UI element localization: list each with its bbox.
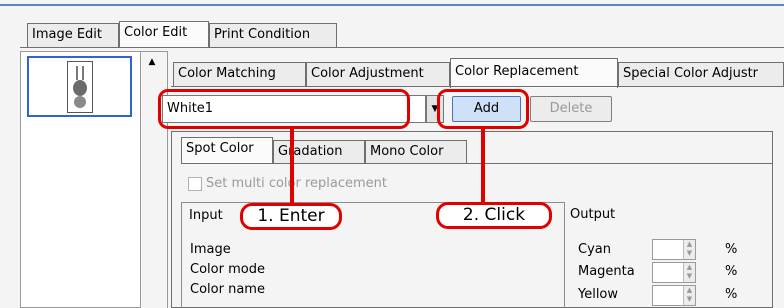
tab-color-replacement[interactable]: Color Replacement: [450, 58, 618, 88]
enter-highlight: [158, 89, 410, 129]
multi-color-label: Set multi color replacement: [206, 176, 388, 191]
multi-color-checkbox[interactable]: [188, 177, 202, 191]
tab-image-edit[interactable]: Image Edit: [27, 23, 119, 47]
inner-tab-divider: [181, 163, 772, 164]
yellow-spinner-arrows-icon[interactable]: ▲ ▼: [683, 286, 695, 305]
tab-label: Color Edit: [124, 25, 188, 40]
input-row-image: Image: [190, 242, 231, 257]
input-row-color-mode: Color mode: [190, 262, 265, 277]
tab-label: Color Matching: [178, 66, 276, 81]
scroll-up-icon[interactable]: ▲: [146, 57, 158, 67]
tab-label: Mono Color: [370, 144, 444, 159]
output-row-magenta: Magenta: [578, 264, 635, 279]
thumbnail-image: [67, 61, 93, 113]
input-row-color-name: Color name: [190, 282, 265, 297]
enter-callout-text: 1. Enter: [257, 206, 325, 226]
yellow-unit: %: [725, 287, 738, 302]
subtab-divider: [171, 86, 784, 87]
tab-color-matching[interactable]: Color Matching: [173, 62, 306, 86]
tab-label: Image Edit: [32, 27, 103, 42]
tab-special-color-adjust[interactable]: Special Color Adjustr: [618, 62, 784, 86]
tab-color-edit[interactable]: Color Edit: [119, 21, 209, 47]
enter-callout: 1. Enter: [240, 203, 342, 230]
cyan-unit: %: [725, 242, 738, 257]
tab-color-adjustment[interactable]: Color Adjustment: [306, 62, 450, 86]
tab-spot-color[interactable]: Spot Color: [181, 137, 273, 163]
tab-print-condition[interactable]: Print Condition: [209, 23, 337, 47]
tab-label: Color Adjustment: [311, 66, 424, 81]
tab-gradation[interactable]: Gradation: [273, 140, 365, 164]
input-group-title: Input: [186, 207, 226, 225]
tab-label: Print Condition: [214, 27, 311, 42]
delete-button[interactable]: Delete: [530, 96, 612, 122]
tab-divider: [20, 47, 784, 48]
delete-button-label: Delete: [549, 101, 593, 116]
tab-label: Gradation: [278, 144, 343, 159]
rabbit-icon: [68, 62, 92, 112]
click-highlight: [437, 89, 529, 129]
output-group-title: Output: [570, 207, 616, 222]
enter-leader-line: [290, 128, 294, 204]
tab-label: Color Replacement: [455, 64, 579, 79]
output-row-yellow: Yellow: [578, 287, 619, 302]
click-callout-text: 2. Click: [462, 205, 526, 225]
tab-label: Spot Color: [186, 141, 254, 156]
tab-label: Special Color Adjustr: [623, 66, 759, 81]
click-callout: 2. Click: [436, 202, 552, 229]
tab-mono-color[interactable]: Mono Color: [365, 140, 467, 164]
right-frame: [772, 131, 784, 308]
output-row-cyan: Cyan: [578, 242, 611, 257]
cyan-spinner-arrows-icon[interactable]: ▲ ▼: [683, 240, 695, 259]
magenta-unit: %: [725, 264, 738, 279]
window-accent-bar: [0, 4, 784, 6]
magenta-spinner-arrows-icon[interactable]: ▲ ▼: [683, 263, 695, 282]
click-leader-line: [481, 128, 485, 202]
